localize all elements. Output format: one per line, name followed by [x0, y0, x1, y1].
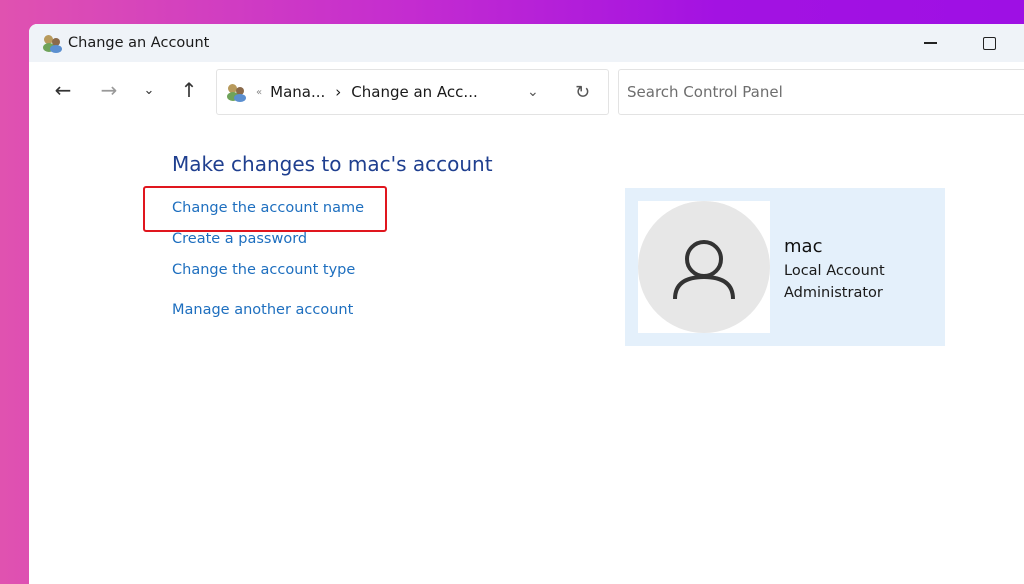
users-icon: [227, 82, 247, 102]
breadcrumb-overflow[interactable]: «: [256, 87, 262, 98]
title-bar: Change an Account: [29, 24, 1024, 62]
search-placeholder: Search Control Panel: [627, 83, 783, 101]
recent-locations-button[interactable]: ⌄: [135, 76, 163, 104]
maximize-icon: [982, 36, 996, 50]
change-account-type-link[interactable]: Change the account type: [172, 262, 355, 278]
forward-button[interactable]: →: [95, 76, 123, 104]
page-title: Make changes to mac's account: [172, 152, 493, 176]
address-dropdown-button[interactable]: ⌄: [527, 84, 539, 100]
back-button[interactable]: ←: [49, 76, 77, 104]
maximize-button[interactable]: [966, 24, 1012, 62]
address-bar[interactable]: « Mana... › Change an Acc... ⌄ ↻: [216, 69, 609, 115]
manage-another-account-link[interactable]: Manage another account: [172, 302, 353, 318]
account-name: mac: [784, 236, 823, 257]
account-type: Local Account: [784, 263, 885, 279]
arrow-right-icon: →: [100, 78, 118, 102]
breadcrumb-item[interactable]: Mana...: [270, 83, 325, 101]
user-icon: [673, 240, 735, 300]
create-password-link[interactable]: Create a password: [172, 231, 307, 247]
users-icon: [43, 33, 63, 53]
breadcrumb-separator: ›: [335, 83, 342, 101]
minimize-button[interactable]: [907, 24, 953, 62]
chevron-down-icon: ⌄: [527, 84, 539, 100]
account-role: Administrator: [784, 285, 883, 301]
avatar: [638, 201, 770, 333]
chevron-down-icon: ⌄: [143, 82, 155, 98]
window-title: Change an Account: [68, 35, 210, 51]
arrow-up-icon: ↑: [180, 78, 198, 102]
account-card: mac Local Account Administrator: [625, 188, 945, 346]
minimize-icon: [923, 42, 937, 44]
breadcrumb-item[interactable]: Change an Acc...: [351, 83, 477, 101]
arrow-left-icon: ←: [54, 78, 72, 102]
search-input[interactable]: Search Control Panel: [618, 69, 1024, 115]
change-account-name-link[interactable]: Change the account name: [172, 200, 364, 216]
refresh-icon: ↻: [575, 81, 591, 103]
refresh-button[interactable]: ↻: [575, 82, 590, 103]
control-panel-window: Change an Account ← → ⌄ ↑ « Mana... › Ch…: [29, 24, 1024, 584]
up-button[interactable]: ↑: [175, 76, 203, 104]
